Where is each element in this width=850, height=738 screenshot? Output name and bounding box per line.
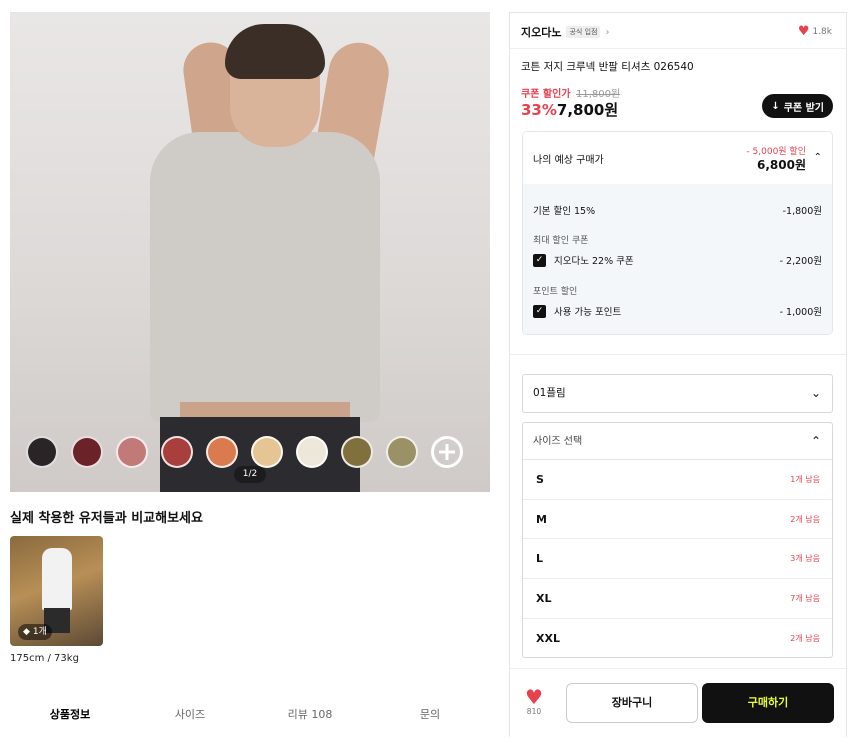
point-section-label: 포인트 할인 (533, 287, 578, 297)
heart-icon: ♥ (525, 685, 543, 709)
color-swatch-list (26, 436, 463, 468)
color-swatch[interactable] (116, 436, 148, 468)
coupon-row: ✓ 지오다노 22% 쿠폰 - 2,200원 (533, 253, 822, 267)
color-swatch[interactable] (26, 436, 58, 468)
product-main-image[interactable] (10, 12, 490, 492)
chevron-right-icon: › (605, 26, 610, 38)
color-swatch[interactable] (71, 436, 103, 468)
point-checkbox[interactable]: ✓ (533, 304, 546, 318)
color-option-select[interactable]: 01플림 ⌄ (522, 374, 833, 413)
get-coupon-button[interactable]: ↓ 쿠폰 받기 (762, 94, 833, 118)
sale-price: 7,800원 (556, 101, 619, 119)
price-row: 33%7,800원 (521, 99, 618, 120)
base-discount-row: 기본 할인 15% -1,800원 (533, 206, 822, 217)
color-swatch[interactable] (341, 436, 373, 468)
purchase-bar: ♥ 810 장바구니 구매하기 (510, 668, 846, 738)
like-button[interactable]: ♥ 810 (525, 687, 543, 716)
ugc-section-title: 실제 착용한 유저들과 비교해보세요 (10, 511, 203, 526)
discount-percent: 33% (521, 101, 557, 119)
add-to-cart-button[interactable]: 장바구니 (566, 683, 698, 723)
buy-now-button[interactable]: 구매하기 (702, 683, 834, 723)
download-icon: ↓ (771, 100, 780, 112)
coupon-checkbox[interactable]: ✓ (533, 253, 546, 267)
color-swatch[interactable] (206, 436, 238, 468)
size-option-l[interactable]: L 3개 남음 (523, 539, 832, 580)
image-pager: 1/2 (234, 466, 266, 483)
plus-icon[interactable] (431, 436, 463, 468)
brand-like[interactable]: ♥ 1.8k (798, 24, 832, 39)
size-select-header[interactable]: 사이즈 선택 ⌃ (523, 423, 832, 460)
chevron-up-icon: ⌃ (810, 434, 821, 448)
ugc-thumbnail[interactable]: ◆ 1개 (10, 536, 103, 646)
estimated-price-breakdown: 기본 할인 15% -1,800원 최대 할인 쿠폰 ✓ 지오다노 22% 쿠폰… (523, 184, 832, 334)
color-swatch[interactable] (296, 436, 328, 468)
tab-product-info[interactable]: 상품정보 (10, 706, 130, 722)
estimated-price-box: 나의 예상 구매가 - 5,000원 할인 6,800원 ⌃ 기본 할인 15%… (522, 131, 833, 335)
tag-icon: ◆ (23, 627, 30, 637)
tab-size[interactable]: 사이즈 (130, 706, 250, 722)
size-option-s[interactable]: S 1개 남음 (523, 460, 832, 500)
size-option-xxl[interactable]: XXL 2개 남음 (523, 619, 832, 659)
size-option-dropdown: 사이즈 선택 ⌃ S 1개 남음 M 2개 남음 L 3개 남음 XL 7개 남… (522, 422, 833, 658)
size-option-m[interactable]: M 2개 남음 (523, 500, 832, 540)
product-name: 코튼 저지 크루넥 반팔 티셔츠 026540 (521, 61, 694, 73)
brand-link[interactable]: 지오다노 공식 입점 › (521, 24, 609, 40)
coupon-section-label: 최대 할인 쿠폰 (533, 236, 589, 246)
chevron-up-icon: ⌃ (813, 152, 822, 163)
tab-inquiry[interactable]: 문의 (370, 706, 490, 722)
estimated-price-header[interactable]: 나의 예상 구매가 - 5,000원 할인 6,800원 ⌃ (523, 132, 832, 184)
color-swatch[interactable] (251, 436, 283, 468)
product-gallery-column: 1/2 실제 착용한 유저들과 비교해보세요 ◆ 1개 175cm / 73kg… (0, 0, 500, 737)
size-option-xl[interactable]: XL 7개 남음 (523, 579, 832, 619)
brand-name: 지오다노 (521, 26, 562, 39)
estimated-price: 6,800원 (757, 158, 806, 172)
estimated-price-title: 나의 예상 구매가 (533, 155, 604, 166)
official-badge: 공식 입점 (566, 26, 601, 38)
ugc-count-badge: ◆ 1개 (18, 624, 52, 640)
color-swatch[interactable] (386, 436, 418, 468)
chevron-down-icon: ⌄ (810, 386, 821, 400)
color-swatch[interactable] (161, 436, 193, 468)
point-row: ✓ 사용 가능 포인트 - 1,000원 (533, 304, 822, 318)
heart-icon: ♥ (797, 24, 810, 39)
tab-reviews[interactable]: 리뷰 108 (250, 706, 370, 722)
like-count: 810 (526, 707, 542, 716)
product-tabs: 상품정보 사이즈 리뷰 108 문의 (10, 706, 490, 722)
purchase-panel: 지오다노 공식 입점 › ♥ 1.8k 코튼 저지 크루넥 반팔 티셔츠 026… (509, 12, 847, 737)
ugc-caption: 175cm / 73kg (10, 653, 79, 664)
coupon-price-label: 쿠폰 할인가 11,800원 (521, 89, 621, 100)
